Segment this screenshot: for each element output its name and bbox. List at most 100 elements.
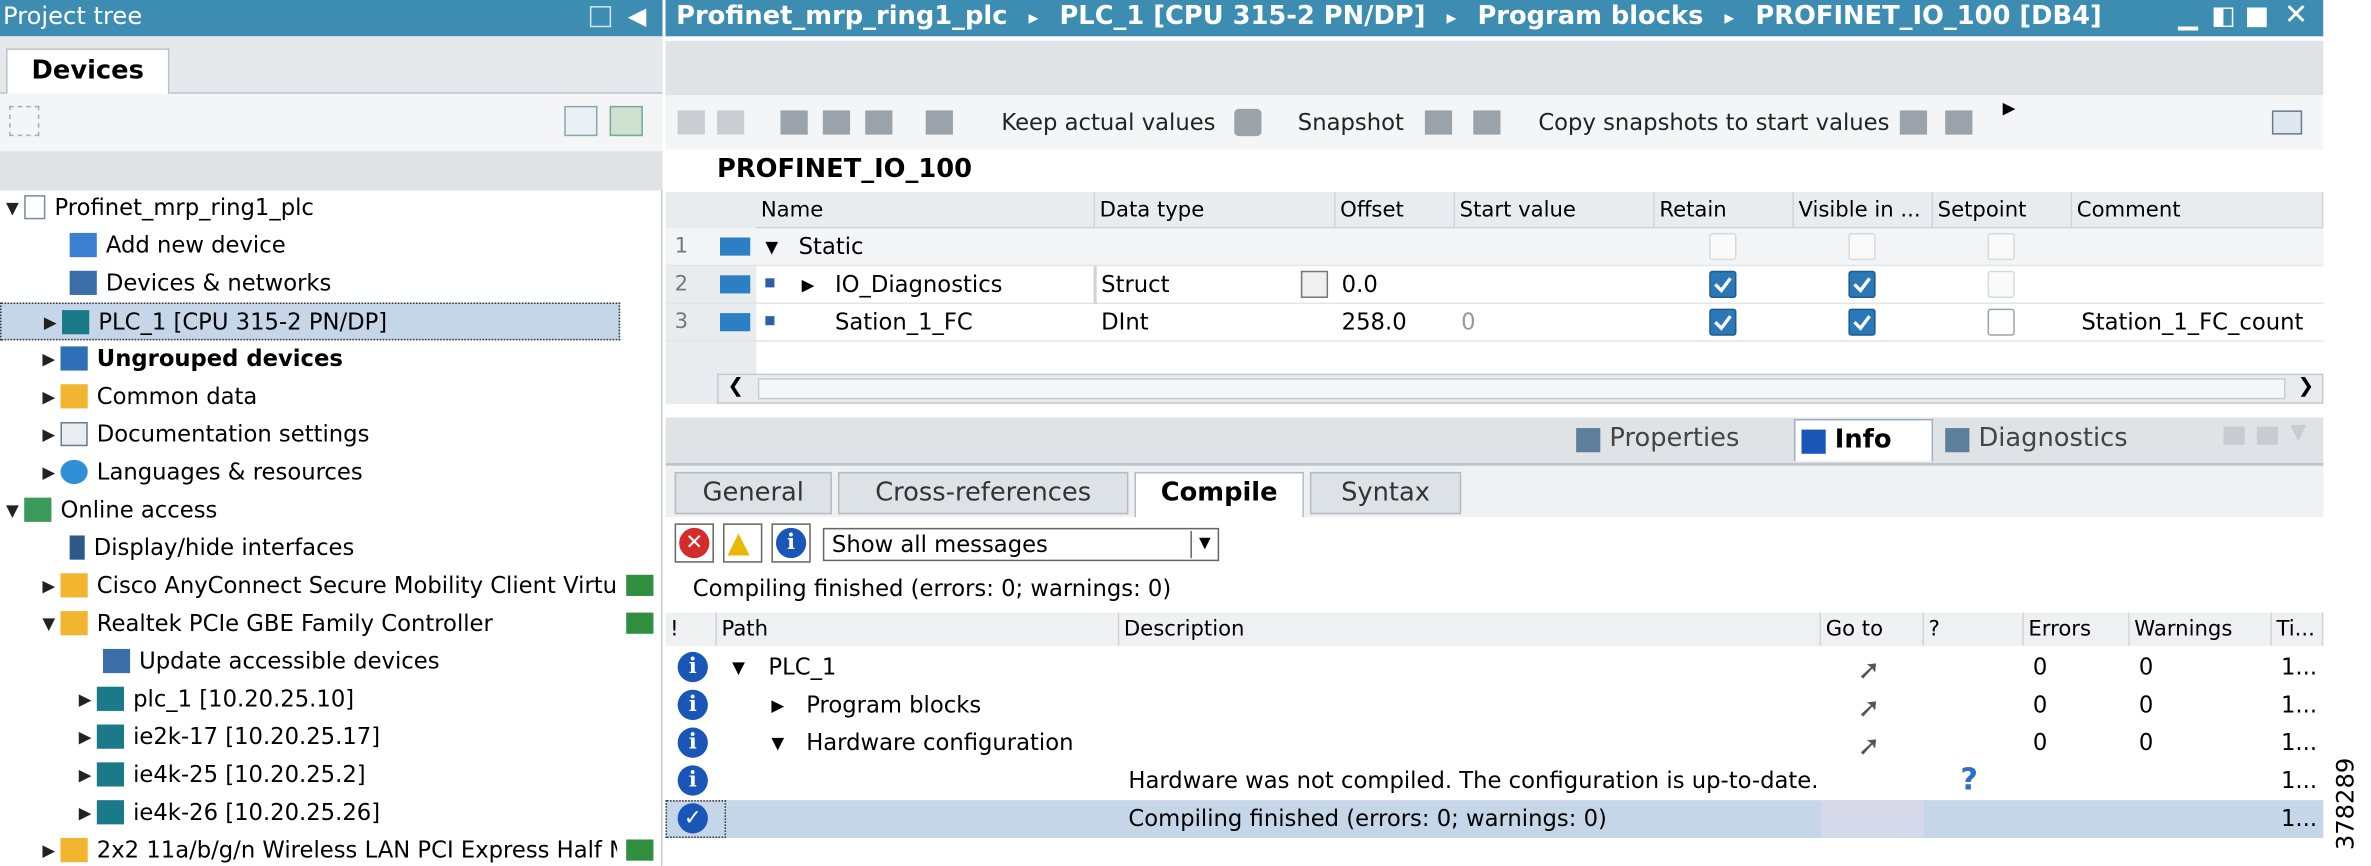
help-icon[interactable]: ? (1960, 761, 1978, 799)
warnings-filter-button[interactable]: ▲ (723, 523, 763, 563)
scroll-right-icon[interactable]: ❯ (2298, 375, 2314, 398)
tree-item-wireless-lan[interactable]: ▶ 2x2 11a/b/g/n Wireless LAN PCI Express … (42, 832, 617, 866)
collapse-left-icon[interactable]: ◀ (628, 0, 647, 33)
breadcrumb-project[interactable]: Profinet_mrp_ring1_plc (676, 2, 1007, 32)
expanded-triangle-icon[interactable]: ▼ (42, 607, 60, 643)
setpoint-checkbox[interactable] (1987, 270, 2015, 298)
tree-item-project[interactable]: ▼ Profinet_mrp_ring1_plc (6, 189, 656, 227)
scroll-left-icon[interactable]: ❮ (728, 375, 744, 398)
collapsed-triangle-icon[interactable]: ▶ (802, 266, 815, 304)
panel-toggle-icon[interactable] (2271, 110, 2303, 135)
database-icon[interactable] (1234, 108, 1262, 137)
info-filter-button[interactable]: i (771, 523, 811, 563)
subtab-general[interactable]: General (674, 471, 832, 515)
monitor-icon[interactable] (780, 110, 808, 135)
tree-item-ie4k-26[interactable]: ▶ ie4k-26 [10.20.25.26] (79, 794, 639, 832)
collapsed-triangle-icon[interactable]: ▶ (42, 380, 60, 416)
expanded-triangle-icon[interactable]: ▼ (765, 228, 778, 266)
expanded-triangle-icon[interactable]: ▼ (771, 725, 784, 763)
col-header-offset[interactable]: Offset (1335, 192, 1456, 229)
goto-arrow-icon[interactable]: ➚ (1857, 652, 1880, 690)
tree-item-plc1-device[interactable]: ▶ plc_1 [10.20.25.10] (79, 681, 639, 719)
col-header-goto[interactable]: Go to (1821, 612, 1925, 646)
table-row[interactable]: 2 ▶ IO_Diagnostics Struct 0.0 (665, 266, 2324, 305)
col-header-visible[interactable]: Visible in ... (1793, 192, 1934, 229)
tree-item-online-access[interactable]: ▼ Online access (6, 492, 656, 530)
retain-checkbox[interactable] (1709, 270, 1737, 298)
collapsed-triangle-icon[interactable]: ▶ (42, 569, 60, 605)
col-header-errors[interactable]: Errors (2023, 612, 2130, 646)
tree-item-realtek-controller[interactable]: ▼ Realtek PCIe GBE Family Controller (42, 605, 617, 643)
list-item[interactable]: i Hardware was not compiled. The configu… (666, 761, 2324, 800)
visible-checkbox[interactable] (1848, 232, 1876, 261)
col-header-start-value[interactable]: Start value (1455, 192, 1655, 229)
col-header-data-type[interactable]: Data type (1095, 192, 1336, 229)
tab-properties[interactable]: Properties (1570, 419, 1788, 461)
snapshot-icon[interactable] (1424, 110, 1453, 135)
insert-row-icon[interactable] (677, 110, 705, 135)
expanded-triangle-icon[interactable]: ▼ (732, 649, 745, 687)
tab-diagnostics[interactable]: Diagnostics (1939, 419, 2172, 461)
panel-split-icon[interactable] (589, 6, 612, 28)
col-header-help[interactable]: ? (1924, 612, 2024, 646)
maximize-panel-icon[interactable] (2256, 426, 2278, 445)
copy-icon[interactable] (1899, 110, 1928, 135)
snapshot-button[interactable]: Snapshot (1298, 95, 1404, 149)
breadcrumb-db[interactable]: PROFINET_IO_100 [DB4] (1755, 2, 2101, 32)
snapshot-load-icon[interactable] (1473, 110, 1501, 135)
import-icon[interactable] (609, 105, 643, 137)
subtab-syntax[interactable]: Syntax (1309, 471, 1462, 515)
dropdown-arrow-icon[interactable]: ▼ (1190, 530, 1217, 559)
retain-checkbox[interactable] (1709, 232, 1737, 261)
list-item[interactable]: i ▼ PLC_1 ➚ 0 0 1... (666, 649, 2324, 687)
tree-item-ie4k-25[interactable]: ▶ ie4k-25 [10.20.25.2] (79, 756, 639, 794)
visible-checkbox[interactable] (1848, 270, 1876, 298)
breadcrumb-program-blocks[interactable]: Program blocks (1477, 2, 1703, 32)
collapsed-triangle-icon[interactable]: ▶ (44, 306, 62, 339)
tree-item-display-hide-interfaces[interactable]: Display/hide interfaces (69, 529, 645, 567)
col-header-path[interactable]: Path (716, 612, 1120, 646)
collapsed-triangle-icon[interactable]: ▶ (79, 682, 97, 718)
tree-item-common-data[interactable]: ▶ Common data (42, 378, 647, 416)
goto-arrow-icon[interactable]: ➚ (1857, 728, 1880, 766)
list-icon[interactable] (865, 110, 893, 135)
keep-actual-values-button[interactable]: Keep actual values (1001, 95, 1215, 149)
tree-item-plc1[interactable]: ▶ PLC_1 [CPU 315-2 PN/DP] (0, 302, 621, 341)
collapsed-triangle-icon[interactable]: ▶ (42, 455, 60, 491)
subtab-cross-references[interactable]: Cross-references (837, 471, 1129, 515)
tree-item-documentation-settings[interactable]: ▶ Documentation settings (42, 416, 647, 454)
float-panel-icon[interactable] (2223, 426, 2245, 445)
minimize-icon[interactable]: ▁ (2178, 0, 2198, 33)
more-arrow-icon[interactable]: ▶ (2003, 98, 2016, 118)
tab-devices[interactable]: Devices (6, 48, 170, 94)
tab-info[interactable]: Info (1793, 418, 1934, 462)
table-row[interactable]: 1 ▼ Static (665, 228, 2324, 267)
copy-load-icon[interactable] (1945, 110, 1973, 135)
scrollbar-thumb[interactable] (757, 378, 2286, 400)
breadcrumb-plc[interactable]: PLC_1 [CPU 315-2 PN/DP] (1059, 2, 1425, 32)
tree-item-ungrouped-devices[interactable]: ▶ Ungrouped devices (42, 340, 647, 378)
collapsed-triangle-icon[interactable]: ▶ (42, 833, 60, 866)
collapsed-triangle-icon[interactable]: ▶ (771, 687, 784, 725)
expanded-triangle-icon[interactable]: ▼ (6, 191, 24, 227)
tree-item-add-new-device[interactable]: Add new device (69, 227, 645, 265)
close-icon[interactable]: ✕ (2284, 0, 2308, 32)
col-header-description[interactable]: Description (1119, 612, 1822, 646)
collapsed-triangle-icon[interactable]: ▶ (79, 720, 97, 756)
visible-checkbox[interactable] (1848, 308, 1876, 336)
tree-item-update-accessible-devices[interactable]: Update accessible devices (102, 643, 648, 681)
edit-icon[interactable] (822, 110, 851, 135)
setpoint-checkbox[interactable] (1987, 308, 2015, 336)
float-icon[interactable]: ◧ (2211, 0, 2235, 33)
table-row[interactable]: 3 Sation_1_FC DInt 258.0 0 Station_1_FC_… (665, 304, 2324, 342)
list-view-icon[interactable] (564, 105, 598, 137)
tree-item-cisco-anyconnect[interactable]: ▶ Cisco AnyConnect Secure Mobility Client… (42, 567, 617, 605)
tree-item-ie2k-17[interactable]: ▶ ie2k-17 [10.20.25.17] (79, 718, 639, 756)
glasses-icon[interactable] (925, 110, 953, 135)
col-header-name[interactable]: Name (756, 192, 1096, 229)
maximize-icon[interactable]: ■ (2245, 0, 2269, 33)
col-header-warnings[interactable]: Warnings (2129, 612, 2272, 646)
expanded-triangle-icon[interactable]: ▼ (6, 493, 24, 529)
list-item[interactable]: i ▼ Hardware configuration ➚ 0 0 1... (666, 725, 2324, 766)
struct-browse-icon[interactable] (1300, 270, 1329, 298)
